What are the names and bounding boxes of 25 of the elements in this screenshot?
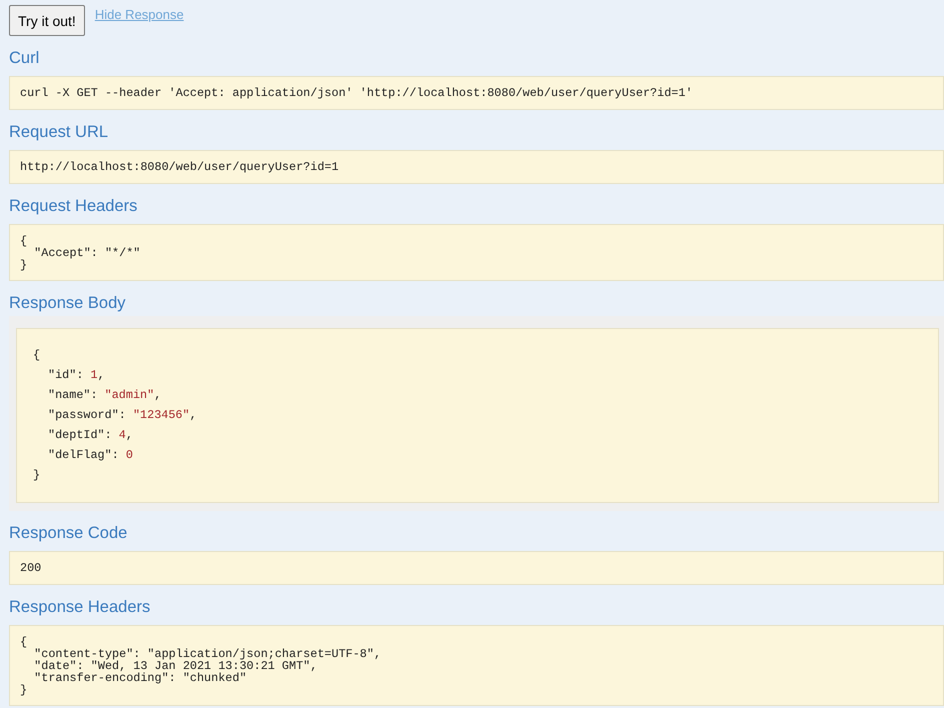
code-line: {	[20, 235, 28, 247]
code-line: curl -X GET --header 'Accept: application/json' 'http://localhost:8080/web/user/queryUser?id=1'	[20, 86, 694, 100]
code-line: "deptId": 4,	[48, 427, 134, 444]
code-line: "delFlag": 0	[48, 447, 134, 464]
section-heading: Response Body	[9, 293, 126, 313]
code-line: "password": "123456",	[48, 407, 198, 424]
section-heading: Curl	[9, 48, 40, 68]
code-line: 200	[20, 561, 42, 575]
code-line: "transfer-encoding": "chunked"	[33, 672, 248, 684]
try-it-out-button[interactable]: Try it out!	[9, 5, 85, 36]
code-line: "content-type": "application/json;charset=UTF-8",	[33, 648, 382, 660]
section-heading: Request URL	[9, 122, 110, 142]
section-heading: Request Headers	[9, 196, 138, 216]
code-line: }	[33, 467, 42, 484]
code-line: {	[20, 636, 28, 648]
code-line: http://localhost:8080/web/user/queryUser?id=1	[20, 160, 340, 174]
code-line: "name": "admin",	[48, 387, 162, 404]
code-line: "date": "Wed, 13 Jan 2021 13:30:21 GMT",	[33, 660, 318, 672]
code-line: "id": 1,	[48, 367, 106, 384]
code-line: }	[20, 684, 28, 696]
section-heading: Response Code	[9, 523, 128, 543]
code-line: }	[20, 259, 28, 271]
code-line: "Accept": "*/*"	[33, 247, 142, 259]
code-line: {	[33, 347, 42, 364]
section-heading: Response Headers	[9, 597, 152, 617]
